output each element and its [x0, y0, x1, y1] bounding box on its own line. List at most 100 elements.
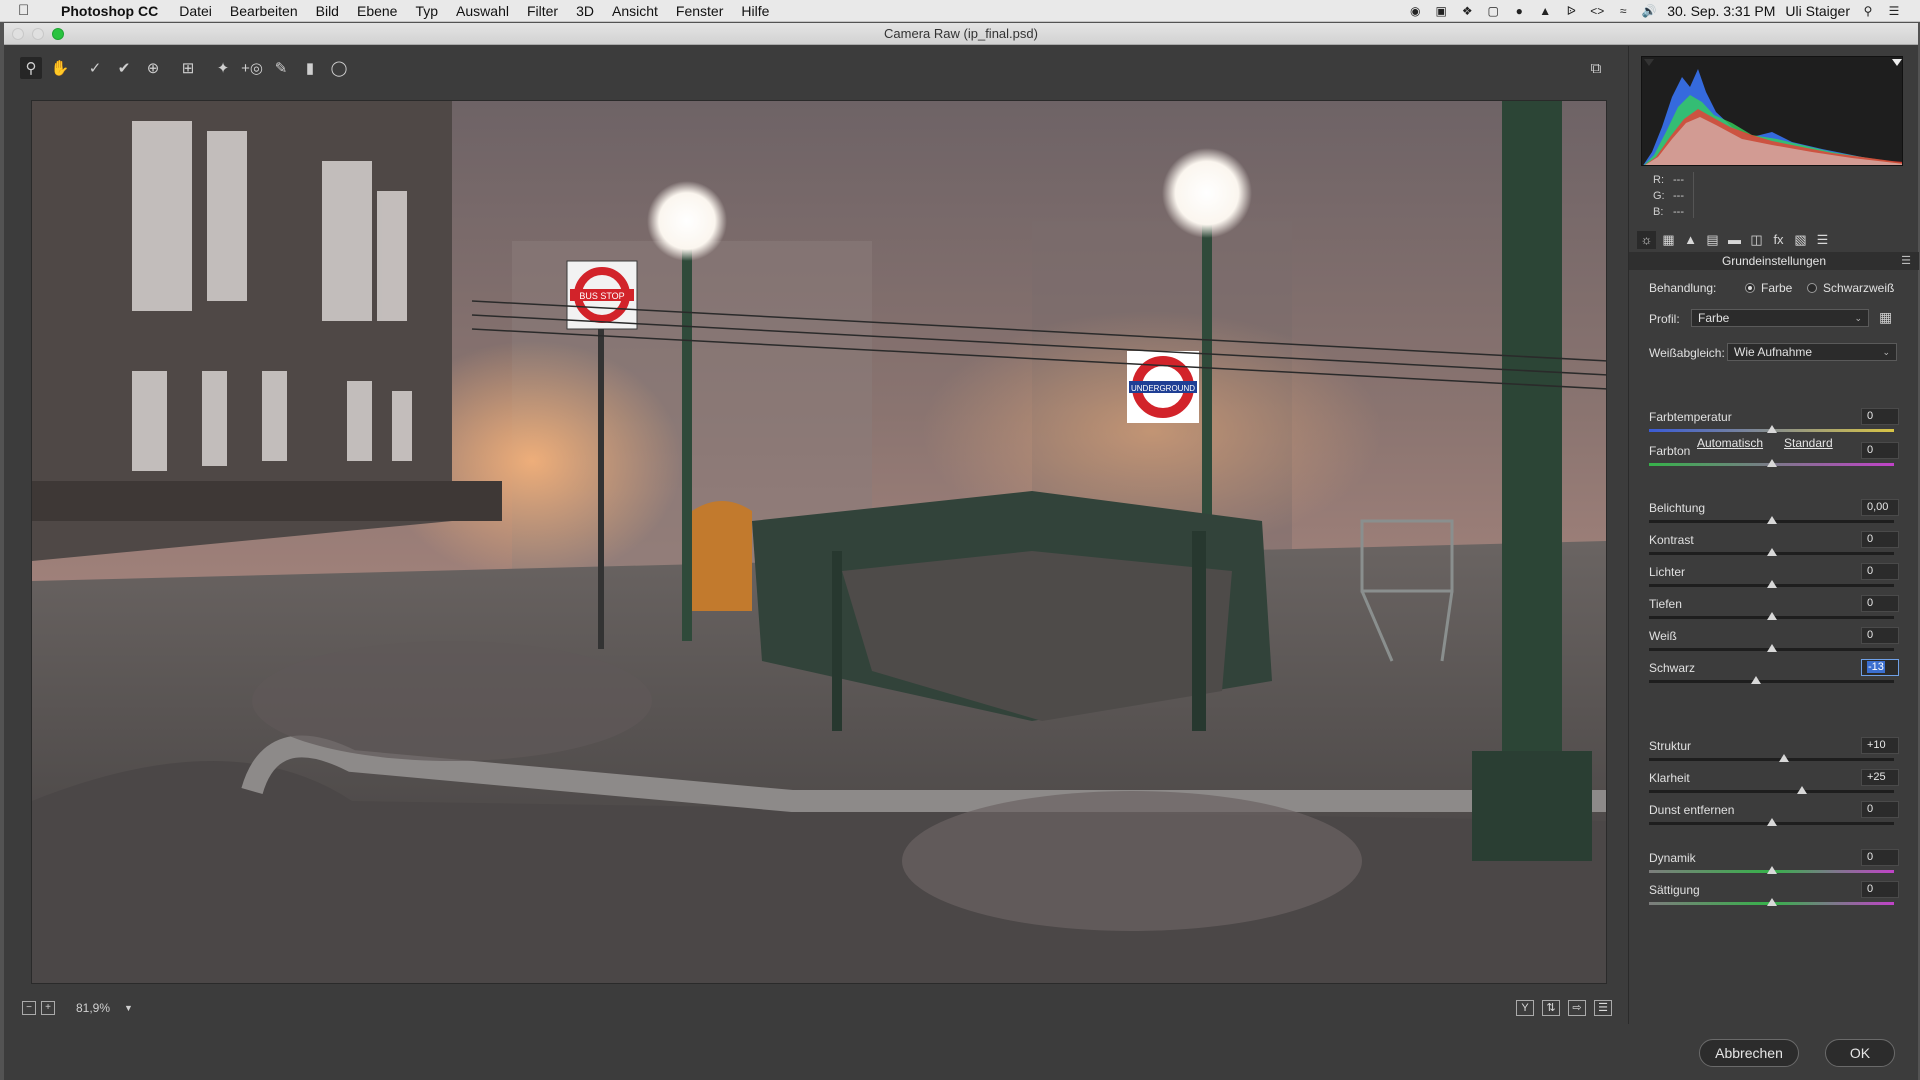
- radial-filter-icon[interactable]: ◯: [328, 57, 350, 79]
- slider-value-field[interactable]: -13: [1861, 659, 1899, 676]
- spot-removal-tool-icon[interactable]: ✦: [212, 57, 234, 79]
- menu-item-hilfe[interactable]: Hilfe: [732, 3, 778, 19]
- window-zoom-button[interactable]: [52, 27, 64, 40]
- split-toning-tab-icon[interactable]: ▬: [1725, 231, 1744, 249]
- slider-thumb[interactable]: [1766, 644, 1777, 652]
- bluetooth-icon[interactable]: ᐉ: [1563, 4, 1579, 18]
- creative-cloud-icon[interactable]: ●: [1511, 4, 1527, 18]
- slider-thumb[interactable]: [1766, 548, 1777, 556]
- tone-curve-tab-icon[interactable]: ▦: [1659, 231, 1678, 249]
- preview-preferences-icon[interactable]: ☰: [1594, 1000, 1612, 1016]
- presets-tab-icon[interactable]: ☰: [1813, 231, 1832, 249]
- slider-track[interactable]: [1649, 680, 1894, 683]
- slider-thumb[interactable]: [1766, 612, 1777, 620]
- white-balance-tool-icon[interactable]: ✓: [84, 57, 106, 79]
- slider-value-field[interactable]: 0: [1861, 442, 1899, 459]
- slider-thumb[interactable]: [1766, 516, 1777, 524]
- section-menu-icon[interactable]: ☰: [1901, 252, 1911, 270]
- calibration-tab-icon[interactable]: ▧: [1791, 231, 1810, 249]
- treatment-color-label[interactable]: Farbe: [1761, 281, 1792, 295]
- copy-settings-icon[interactable]: ⇨: [1568, 1000, 1586, 1016]
- slider-value-field[interactable]: +25: [1861, 769, 1899, 786]
- crop-tool-icon[interactable]: ⊞: [177, 57, 199, 79]
- menu-item-typ[interactable]: Typ: [406, 3, 447, 19]
- slider-track[interactable]: [1649, 758, 1894, 761]
- color-sampler-tool-icon[interactable]: ✔: [113, 57, 135, 79]
- treatment-bw-radio[interactable]: [1807, 283, 1817, 293]
- hand-tool-icon[interactable]: ✋: [49, 57, 71, 79]
- basic-tab-icon[interactable]: ☼: [1637, 231, 1656, 249]
- record-icon[interactable]: ◉: [1407, 4, 1423, 18]
- slider-thumb[interactable]: [1766, 580, 1777, 588]
- slider-value-field[interactable]: 0: [1861, 531, 1899, 548]
- slider-value-field[interactable]: +10: [1861, 737, 1899, 754]
- slider-value-field[interactable]: 0,00: [1861, 499, 1899, 516]
- code-icon[interactable]: <>: [1589, 4, 1605, 18]
- slider-thumb[interactable]: [1750, 676, 1761, 684]
- profile-browser-icon[interactable]: ▦: [1879, 309, 1892, 326]
- slider-value-field[interactable]: 0: [1861, 408, 1899, 425]
- menubar-datetime[interactable]: 30. Sep. 3:31 PM: [1667, 3, 1775, 19]
- histogram[interactable]: [1641, 56, 1903, 166]
- zoom-tool-icon[interactable]: ⚲: [20, 57, 42, 79]
- notification-center-icon[interactable]: ☰: [1886, 4, 1902, 18]
- slider-thumb[interactable]: [1766, 818, 1777, 826]
- slider-value-field[interactable]: 0: [1861, 801, 1899, 818]
- search-icon[interactable]: ⚲: [1860, 4, 1876, 18]
- detail-tab-icon[interactable]: ▲: [1681, 231, 1700, 249]
- auto-link[interactable]: Automatisch: [1697, 436, 1763, 450]
- slider-thumb[interactable]: [1766, 459, 1777, 467]
- notification-icon[interactable]: ▲: [1537, 4, 1553, 18]
- cancel-button[interactable]: Abbrechen: [1699, 1039, 1799, 1067]
- zoom-dropdown-icon[interactable]: ▼: [124, 1003, 133, 1013]
- slider-thumb[interactable]: [1766, 425, 1777, 433]
- slider-track[interactable]: [1649, 790, 1894, 793]
- zoom-out-button[interactable]: −: [22, 1001, 36, 1015]
- slider-value-field[interactable]: 0: [1861, 849, 1899, 866]
- window-close-button[interactable]: [12, 27, 24, 40]
- ok-button[interactable]: OK: [1825, 1039, 1895, 1067]
- menu-item-bearbeiten[interactable]: Bearbeiten: [221, 3, 307, 19]
- slider-thumb[interactable]: [1766, 898, 1777, 906]
- slider-thumb[interactable]: [1778, 754, 1789, 762]
- slider-thumb[interactable]: [1766, 866, 1777, 874]
- image-preview[interactable]: UNDERGROUND BUS STOP: [31, 100, 1607, 984]
- display-icon[interactable]: ▢: [1485, 4, 1501, 18]
- swap-settings-icon[interactable]: ⇅: [1542, 1000, 1560, 1016]
- hsl-tab-icon[interactable]: ▤: [1703, 231, 1722, 249]
- fullscreen-toggle-icon[interactable]: ⧉: [1585, 57, 1607, 79]
- zoom-in-button[interactable]: +: [41, 1001, 55, 1015]
- menu-item-app[interactable]: Photoshop CC: [52, 3, 170, 19]
- menu-item-filter[interactable]: Filter: [518, 3, 567, 19]
- slider-value-field[interactable]: 0: [1861, 563, 1899, 580]
- slider-value-field[interactable]: 0: [1861, 627, 1899, 644]
- menubar-user[interactable]: Uli Staiger: [1785, 3, 1850, 19]
- menu-item-3d[interactable]: 3D: [567, 3, 603, 19]
- volume-icon[interactable]: 🔊: [1641, 4, 1657, 18]
- menu-item-datei[interactable]: Datei: [170, 3, 221, 19]
- menu-item-fenster[interactable]: Fenster: [667, 3, 732, 19]
- window-minimize-button[interactable]: [32, 27, 44, 40]
- graduated-filter-icon[interactable]: ▮: [299, 57, 321, 79]
- menu-item-ebene[interactable]: Ebene: [348, 3, 406, 19]
- effects-tab-icon[interactable]: fx: [1769, 231, 1788, 249]
- targeted-adjustment-tool-icon[interactable]: ⊕: [142, 57, 164, 79]
- treatment-color-radio[interactable]: [1745, 283, 1755, 293]
- menu-item-bild[interactable]: Bild: [307, 3, 348, 19]
- red-eye-tool-icon[interactable]: +◎: [241, 57, 263, 79]
- slider-value-field[interactable]: 0: [1861, 595, 1899, 612]
- white-balance-dropdown[interactable]: Wie Aufnahme ⌄: [1727, 343, 1897, 361]
- treatment-bw-label[interactable]: Schwarzweiß: [1823, 281, 1894, 295]
- app-status-icon[interactable]: ▣: [1433, 4, 1449, 18]
- wifi-icon[interactable]: ≈: [1615, 4, 1631, 18]
- lens-corrections-tab-icon[interactable]: ◫: [1747, 231, 1766, 249]
- dropbox-icon[interactable]: ❖: [1459, 4, 1475, 18]
- default-link[interactable]: Standard: [1784, 436, 1833, 450]
- menu-item-auswahl[interactable]: Auswahl: [447, 3, 518, 19]
- slider-thumb[interactable]: [1797, 786, 1808, 794]
- profile-dropdown[interactable]: Farbe ⌄: [1691, 309, 1869, 327]
- slider-value-field[interactable]: 0: [1861, 881, 1899, 898]
- adjustment-brush-icon[interactable]: ✎: [270, 57, 292, 79]
- before-after-toggle-icon[interactable]: Y: [1516, 1000, 1534, 1016]
- menu-item-ansicht[interactable]: Ansicht: [603, 3, 667, 19]
